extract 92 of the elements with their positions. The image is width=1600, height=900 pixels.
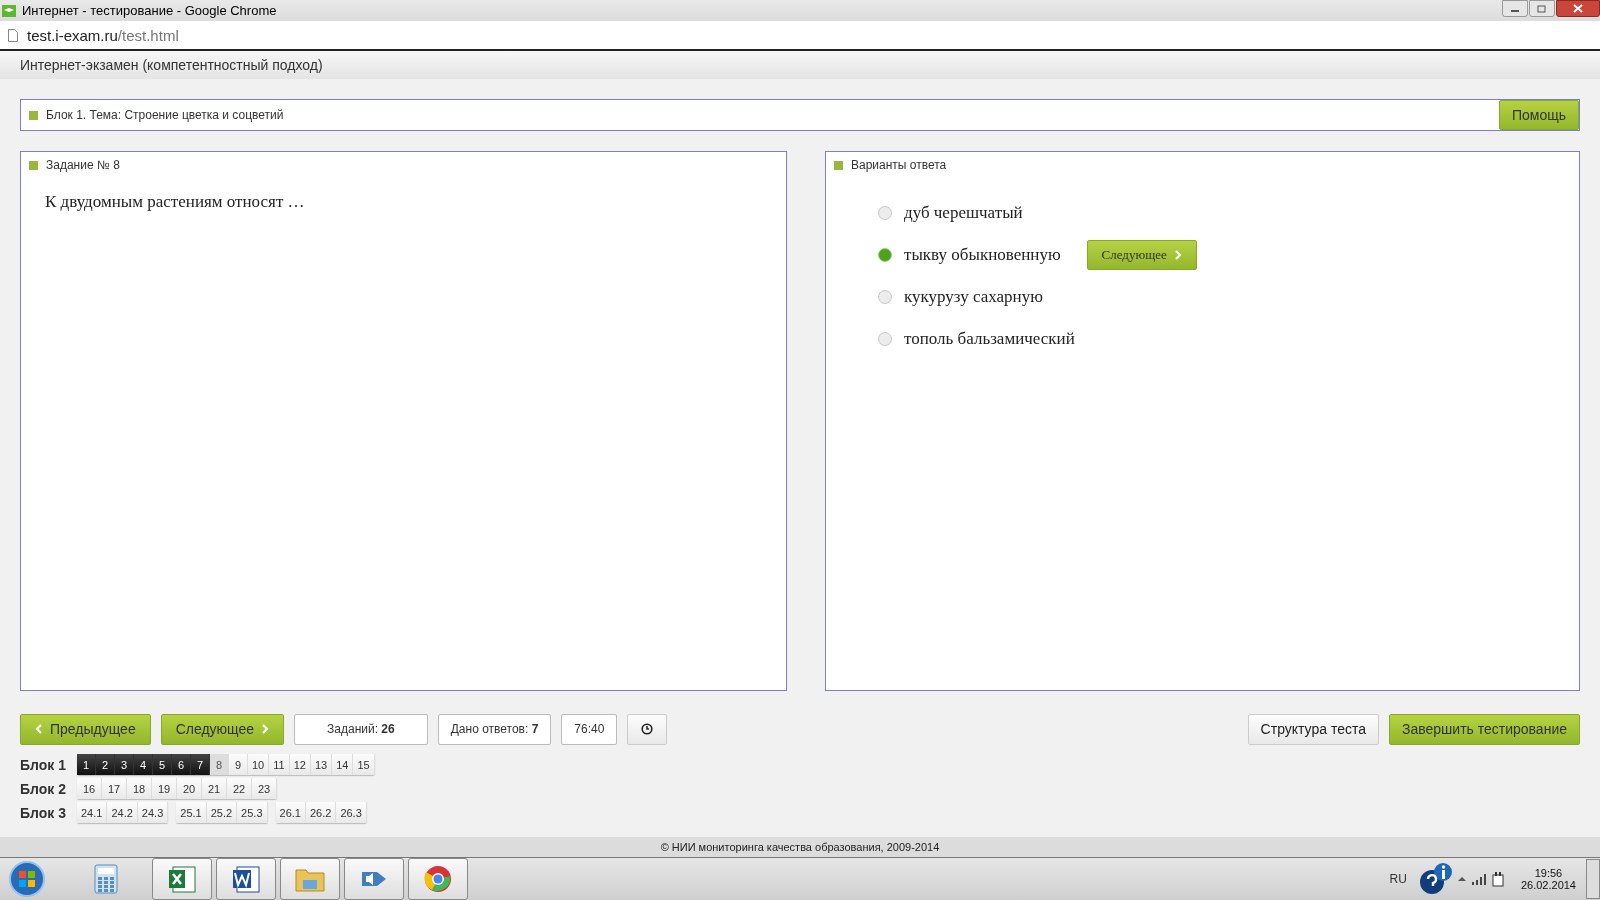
task-number-button[interactable]: 11 [269, 754, 290, 775]
radio-button[interactable] [878, 206, 892, 220]
address-bar[interactable]: test.i-exam.ru/test.html [0, 21, 1600, 51]
tasks-counter: Заданий: 26 [294, 713, 428, 745]
help-button[interactable]: Помощь [1498, 100, 1579, 130]
footer-text: © НИИ мониторинга качества образования, 2009-2014 [0, 837, 1600, 857]
document-icon [231, 864, 261, 894]
folder-taskbar-button[interactable] [280, 858, 340, 900]
task-number-button[interactable]: 15 [353, 754, 375, 775]
language-indicator[interactable]: RU [1389, 872, 1407, 886]
task-number-button[interactable]: 25.1 [176, 802, 207, 823]
task-number-button[interactable]: 2 [96, 754, 115, 775]
chevron-right-icon [261, 724, 270, 734]
clock-icon [641, 723, 654, 735]
app-icon [2, 4, 16, 17]
page-icon [8, 28, 18, 42]
task-number-button[interactable]: 24.2 [107, 802, 138, 823]
signal-icon[interactable] [1470, 873, 1487, 885]
task-number-button[interactable]: 22 [227, 778, 252, 799]
start-button[interactable] [8, 860, 46, 898]
previous-button[interactable]: Предыдущее [20, 713, 151, 745]
page-header: Интернет-экзамен (компетентностный подход) [0, 51, 1600, 79]
answer-option[interactable]: кукурузу сахарную [904, 287, 1043, 307]
url-text: test.i-exam.ru/test.html [27, 26, 179, 44]
calculator-icon [94, 864, 118, 894]
window-title: Интернет - тестирование - Google Chrome [22, 3, 277, 18]
chevron-right-icon [1173, 250, 1182, 260]
next-button[interactable]: Следующее [1086, 240, 1197, 270]
block-label: Блок 3 [20, 804, 67, 821]
show-hidden-icons-icon[interactable] [1456, 876, 1467, 882]
timer: 76:40 [561, 713, 618, 745]
task-number-button[interactable]: 18 [127, 778, 152, 799]
square-icon [29, 110, 38, 120]
task-number-button[interactable]: 17 [102, 778, 127, 799]
task-number-button[interactable]: 3 [115, 754, 134, 775]
clock[interactable]: 19:56 26.02.2014 [1520, 867, 1576, 891]
topic-title: Блок 1. Тема: Строение цветка и соцветий [46, 108, 284, 122]
task-number-button[interactable]: 13 [310, 754, 333, 775]
clock-button[interactable] [627, 713, 668, 745]
answers-counter: Дано ответов: 7 [437, 713, 552, 745]
finish-button[interactable]: Завершить тестирование [1389, 713, 1580, 745]
task-number-button[interactable]: 26.1 [275, 802, 306, 823]
panel-title: Задание № 8 [46, 158, 120, 172]
task-number-button[interactable]: 25.3 [237, 802, 268, 823]
task-number-button[interactable]: 26.3 [336, 802, 367, 823]
radio-button[interactable] [878, 248, 892, 262]
task-number-button[interactable]: 23 [252, 778, 277, 799]
browser-taskbar-button[interactable] [408, 858, 468, 900]
task-number-button[interactable]: 6 [172, 754, 191, 775]
task-number-button[interactable]: 24.1 [77, 802, 108, 823]
radio-button[interactable] [878, 290, 892, 304]
close-icon [1573, 4, 1583, 13]
task-number-button[interactable]: 10 [248, 754, 270, 775]
panel-title: Варианты ответа [851, 158, 947, 172]
task-number-button[interactable]: 26.2 [305, 802, 337, 823]
radio-button[interactable] [878, 332, 892, 346]
task-number-button[interactable]: 20 [177, 778, 202, 799]
task-number-button[interactable]: 8 [210, 754, 229, 775]
document-taskbar-button[interactable] [216, 858, 276, 900]
answer-option[interactable]: тополь бальзамический [904, 329, 1075, 349]
speaker-taskbar-button[interactable] [344, 858, 404, 900]
task-number-button[interactable]: 21 [202, 778, 227, 799]
browser-icon [423, 864, 453, 894]
next-button[interactable]: Следующее [160, 713, 285, 745]
block-label: Блок 2 [20, 780, 67, 797]
task-number-button[interactable]: 14 [332, 754, 354, 775]
square-icon [29, 160, 38, 170]
task-number-button[interactable]: 12 [289, 754, 311, 775]
question-text: К двудомным растениям относят … [45, 192, 306, 212]
show-desktop-button[interactable] [1586, 859, 1600, 899]
square-icon [834, 160, 843, 170]
restore-icon [1537, 4, 1547, 13]
help-info-icon[interactable] [1418, 862, 1453, 896]
spreadsheet-taskbar-button[interactable] [152, 858, 212, 900]
task-number-button[interactable]: 9 [229, 754, 248, 775]
task-number-button[interactable]: 16 [77, 778, 102, 799]
task-number-button[interactable]: 5 [153, 754, 172, 775]
minimize-button[interactable] [1502, 0, 1528, 17]
task-number-button[interactable]: 7 [191, 754, 210, 775]
task-number-button[interactable]: 4 [134, 754, 153, 775]
power-plug-icon[interactable] [1490, 871, 1505, 887]
task-number-button[interactable]: 24.3 [137, 802, 169, 823]
spreadsheet-icon [167, 864, 197, 894]
answer-option[interactable]: тыкву обыкновенную [904, 245, 1061, 265]
structure-button[interactable]: Структура теста [1247, 713, 1379, 745]
block-label: Блок 1 [20, 756, 67, 773]
task-number-button[interactable]: 1 [77, 754, 96, 775]
chevron-left-icon [35, 724, 43, 734]
answer-option[interactable]: дуб черешчатый [904, 203, 1023, 223]
task-number-button[interactable]: 19 [152, 778, 177, 799]
close-button[interactable] [1556, 0, 1600, 17]
task-number-button[interactable]: 25.2 [206, 802, 238, 823]
